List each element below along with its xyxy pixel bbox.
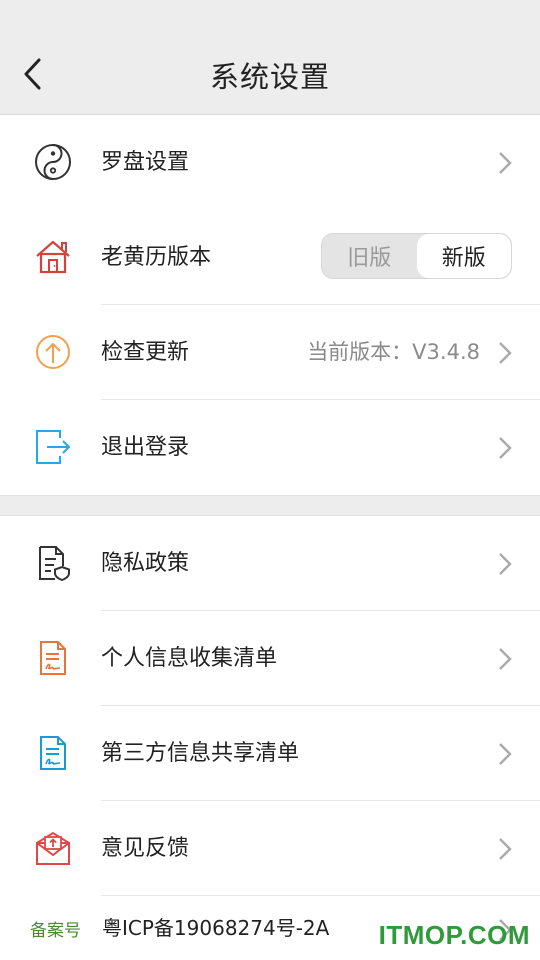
document-shield-icon (39, 546, 70, 582)
chevron-right-icon (499, 648, 512, 670)
new-version-option[interactable]: 新版 (416, 234, 511, 278)
blue-document-icon (40, 736, 66, 770)
chevron-right-icon (499, 838, 512, 860)
orange-document-icon (40, 641, 66, 675)
setting-label: 意见反馈 (101, 836, 190, 861)
yin-yang-icon (35, 144, 71, 180)
site-watermark: ITMOP.COM (378, 920, 530, 950)
setting-label: 老黄历版本 (101, 245, 212, 270)
section-separator (0, 495, 540, 516)
upload-circle-icon (36, 335, 70, 369)
current-version-text: 当前版本：V3.4.8 (307, 340, 480, 364)
chevron-right-icon (499, 152, 512, 174)
setting-label: 隐私政策 (101, 551, 190, 576)
setting-label: 退出登录 (101, 435, 190, 460)
header-bar: 系统设置 (0, 0, 540, 115)
house-icon (36, 240, 70, 274)
page-title: 系统设置 (209, 60, 330, 94)
setting-label: 第三方信息共享清单 (101, 741, 300, 766)
setting-row-almanac-version: 老黄历版本 旧版 新版 (0, 210, 540, 305)
old-version-option[interactable]: 旧版 (322, 234, 417, 278)
mail-feedback-icon (36, 831, 70, 865)
icp-tag: 备案号 (30, 921, 81, 941)
setting-label: 个人信息收集清单 (101, 646, 278, 671)
chevron-right-icon (499, 437, 512, 459)
setting-row-privacy-policy[interactable]: 隐私政策 (0, 516, 540, 611)
logout-icon (36, 430, 71, 464)
setting-label: 罗盘设置 (101, 150, 190, 175)
chevron-right-icon (499, 743, 512, 765)
chevron-right-icon (499, 342, 512, 364)
setting-row-compass[interactable]: 罗盘设置 (0, 115, 540, 210)
setting-row-feedback[interactable]: 意见反馈 (0, 801, 540, 896)
setting-row-logout[interactable]: 退出登录 (0, 400, 540, 495)
setting-row-third-party-sharing[interactable]: 第三方信息共享清单 (0, 706, 540, 801)
setting-label: 检查更新 (101, 340, 190, 365)
setting-row-personal-info-list[interactable]: 个人信息收集清单 (0, 611, 540, 706)
almanac-version-toggle: 旧版 新版 (321, 233, 512, 279)
icp-number: 粤ICP备19068274号-2A (102, 916, 330, 940)
chevron-right-icon (499, 553, 512, 575)
setting-row-check-update[interactable]: 检查更新 当前版本：V3.4.8 (0, 305, 540, 400)
